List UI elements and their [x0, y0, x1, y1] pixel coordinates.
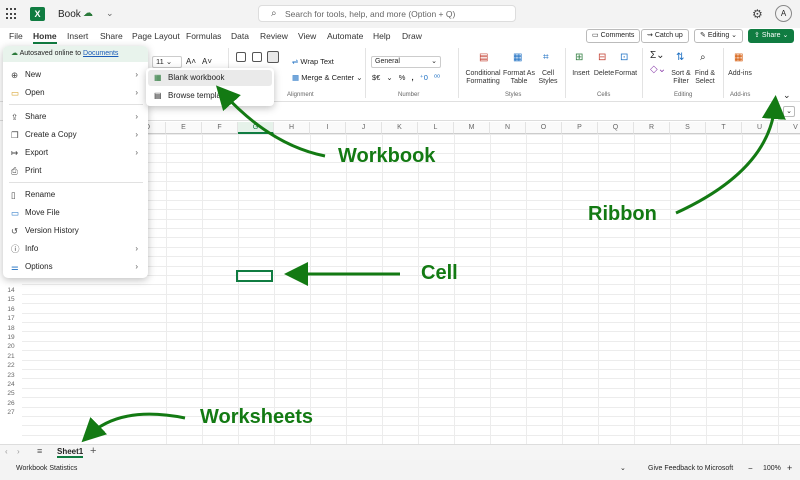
workbook-annotation: Workbook [338, 145, 436, 167]
workbook-arrow [215, 85, 326, 158]
worksheets-annotation: Worksheets [200, 406, 314, 428]
cell-annotation: Cell [421, 262, 458, 284]
ribbon-annotation: Ribbon [588, 203, 657, 225]
worksheets-arrow [81, 412, 186, 443]
annotation-arrows [81, 85, 786, 443]
ribbon-arrow [675, 95, 786, 215]
